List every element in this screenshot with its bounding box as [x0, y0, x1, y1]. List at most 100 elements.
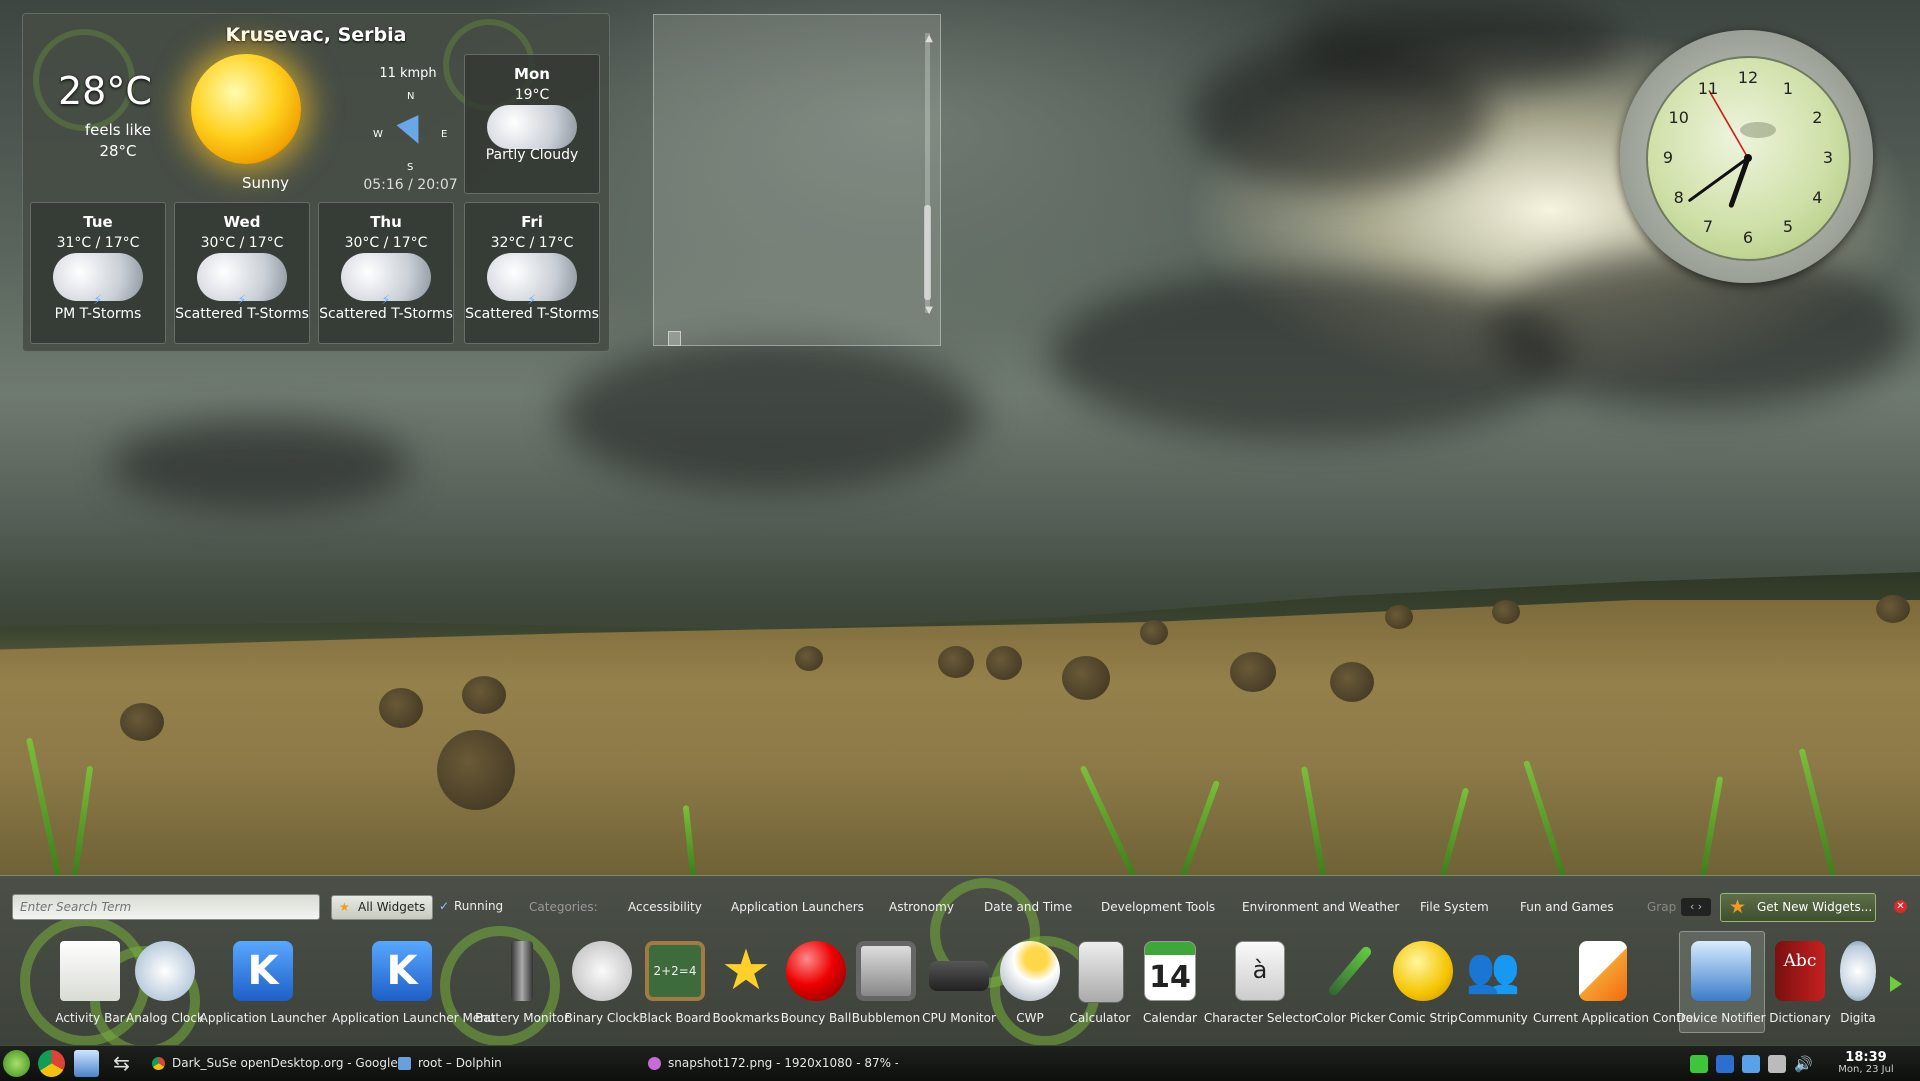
hay-bale	[462, 676, 506, 714]
widget-explorer: ★ All Widgets ✓ Running Categories: Acce…	[0, 875, 1920, 1056]
forecast-temps: 30°C / 17°C	[344, 235, 428, 251]
cpu-chip-icon	[929, 961, 989, 991]
get-new-widgets-label: Get New Widgets...	[1757, 900, 1873, 914]
forecast-day: Thu 30°C / 17°C ⚡ Scattered T-Storms	[318, 202, 454, 344]
analog-clock-icon	[135, 941, 195, 1001]
filter-all-widgets[interactable]: ★ All Widgets	[331, 895, 434, 920]
widget-handle-icon[interactable]	[668, 331, 681, 346]
clock-numeral: 7	[1702, 217, 1714, 237]
task-dolphin[interactable]: root – Dolphin	[392, 1051, 658, 1076]
wallpaper-field	[0, 600, 1920, 875]
app-control-icon	[1579, 941, 1627, 1001]
scroll-down-icon[interactable]: ▼	[925, 305, 933, 316]
current-condition: Sunny	[242, 174, 289, 192]
scroll-up-icon[interactable]: ▲	[925, 33, 933, 44]
category-date-and-time[interactable]: Date and Time	[984, 895, 1072, 920]
forecast-temps: 32°C / 17°C	[490, 235, 574, 251]
forecast-day-name: Fri	[521, 213, 543, 231]
kde-connect-icon[interactable]	[1716, 1055, 1734, 1073]
feels-like: feels like 28°C	[63, 120, 173, 162]
task-label: root – Dolphin	[418, 1056, 502, 1070]
taskbar: ⇆ Dark_SuSe openDesktop.org - Google Chr…	[0, 1045, 1920, 1081]
hay-bale	[1062, 656, 1110, 700]
battery-icon	[511, 941, 533, 1001]
compass-s: S	[407, 162, 414, 173]
category-file-system[interactable]: File System	[1420, 895, 1489, 920]
forecast-temps: 19°C	[514, 87, 550, 103]
forecast-temps: 30°C / 17°C	[200, 235, 284, 251]
scrollbar-thumb[interactable]	[924, 205, 931, 300]
second-hand	[1708, 90, 1749, 159]
dolphin-icon	[398, 1057, 411, 1070]
category-accessibility[interactable]: Accessibility	[628, 895, 702, 920]
star-icon: ★	[339, 900, 350, 914]
widget-label: Application Launcher Menu	[332, 1011, 496, 1025]
taskbar-date: Mon, 23 Jul	[1838, 1064, 1894, 1075]
clock-center-pin	[1744, 154, 1752, 162]
task-label: Dark_SuSe openDesktop.org - Google Chrom…	[172, 1056, 408, 1070]
network-icon[interactable]: ⇆	[108, 1050, 135, 1077]
compass-w: W	[373, 129, 383, 140]
kickoff-menu-icon[interactable]	[3, 1050, 30, 1077]
blackboard-icon: 2+2=4	[645, 941, 705, 1001]
wallpaper-cloud	[1290, 0, 1620, 90]
task-label: snapshot172.png - 1920x1080 - 87% - Gwen…	[668, 1056, 898, 1070]
next-page-icon[interactable]	[1890, 976, 1902, 992]
category-astronomy[interactable]: Astronomy	[889, 895, 954, 920]
sun-icon	[191, 54, 301, 164]
weather-cloud-icon	[1000, 941, 1060, 1001]
filter-running[interactable]: ✓ Running	[432, 895, 510, 920]
red-ball-icon	[786, 941, 846, 1001]
category-fun-and-games[interactable]: Fun and Games	[1520, 895, 1614, 920]
category-graphics[interactable]: Grap	[1647, 895, 1676, 920]
clock-numeral: 3	[1822, 148, 1834, 167]
wind-speed: 11 kmph	[379, 66, 437, 81]
hay-bale	[795, 646, 823, 671]
volume-icon[interactable]: 🔊	[1794, 1055, 1813, 1073]
smiley-icon	[1393, 941, 1453, 1001]
hay-bale	[437, 730, 515, 810]
activity-bar-icon	[60, 941, 120, 1001]
categories-label: Categories:	[529, 900, 598, 914]
chrome-icon	[152, 1057, 165, 1070]
star-icon: ★	[1729, 896, 1747, 918]
widget-label: Application Launcher	[199, 1011, 327, 1025]
get-new-widgets-button[interactable]: ★ Get New Widgets...	[1720, 893, 1876, 922]
close-icon[interactable]: ✕	[1894, 900, 1907, 913]
bookmark-star-icon: ★	[720, 938, 772, 1003]
widget-search-input[interactable]	[12, 894, 320, 920]
decor-swirl	[440, 926, 560, 1046]
clock-numeral: 6	[1742, 228, 1754, 247]
clock-numeral: 9	[1662, 148, 1674, 167]
eyedropper-icon	[1326, 944, 1374, 998]
notifications-icon[interactable]	[1742, 1055, 1760, 1073]
wind-direction-arrow-icon	[396, 115, 430, 149]
file-manager-launcher-icon[interactable]	[74, 1050, 99, 1077]
taskbar-time: 18:39	[1845, 1050, 1887, 1065]
hay-bale	[120, 703, 164, 741]
wifi-icon[interactable]	[1768, 1055, 1786, 1073]
hay-bale	[379, 688, 423, 728]
compass-e: E	[441, 129, 448, 140]
category-environment-weather[interactable]: Environment and Weather	[1242, 895, 1399, 920]
hay-bale	[986, 646, 1022, 680]
taskbar-clock[interactable]: 18:39 Mon, 23 Jul	[1836, 1050, 1896, 1075]
wallpaper-cloud	[110, 420, 410, 510]
notes-widget[interactable]: ▲ ▼	[653, 14, 941, 346]
category-application-launchers[interactable]: Application Launchers	[731, 895, 864, 920]
task-gwenview[interactable]: snapshot172.png - 1920x1080 - 87% - Gwen…	[642, 1051, 898, 1076]
task-chrome[interactable]: Dark_SuSe openDesktop.org - Google Chrom…	[146, 1051, 408, 1076]
clock-numeral: 2	[1812, 108, 1823, 127]
kde-logo-icon: K	[372, 941, 432, 1001]
chrome-launcher-icon[interactable]	[38, 1050, 65, 1077]
clock-numeral: 8	[1673, 188, 1684, 207]
weather-widget[interactable]: Krusevac, Serbia 28°C feels like 28°C Su…	[22, 13, 610, 352]
gwenview-icon	[648, 1057, 661, 1070]
forecast-condition: Scattered T-Storms	[319, 306, 453, 322]
update-applet-icon[interactable]	[1690, 1055, 1708, 1073]
usb-device-icon	[1691, 941, 1751, 1001]
category-scroll-icon[interactable]: ‹ ›	[1681, 898, 1711, 916]
analog-clock-widget[interactable]: 12 1 2 3 4 5 6 7 8 9 10 11	[1620, 30, 1873, 283]
category-development-tools[interactable]: Development Tools	[1101, 895, 1215, 920]
compass-n: N	[407, 91, 415, 102]
